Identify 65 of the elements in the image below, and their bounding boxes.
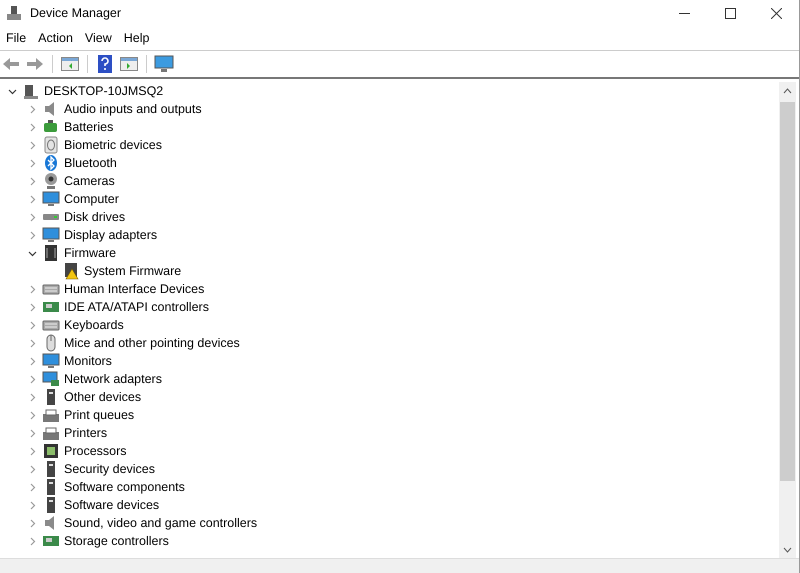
tree-item-label[interactable]: DESKTOP-10JMSQ2: [43, 84, 164, 98]
bluetooth-icon: [42, 154, 60, 172]
back-arrow-icon: [2, 57, 20, 71]
tree-item-label[interactable]: Other devices: [63, 390, 142, 404]
tree-item-label[interactable]: System Firmware: [83, 264, 182, 278]
tree-item-label[interactable]: Print queues: [63, 408, 136, 422]
tree-item-label[interactable]: Printers: [63, 426, 108, 440]
computer-icon: [22, 82, 40, 100]
window-icon: [61, 57, 79, 71]
chip-icon: [42, 244, 60, 262]
tree-item-label[interactable]: Cameras: [63, 174, 116, 188]
monitor-icon: [154, 55, 174, 73]
tree-item-label[interactable]: Software devices: [63, 498, 160, 512]
tree-item-label[interactable]: Sound, video and game controllers: [63, 516, 258, 530]
monitor-icon: [42, 226, 60, 244]
chip-icon: [42, 442, 60, 460]
scan-hardware-button[interactable]: [153, 53, 175, 75]
card-icon: [43, 302, 59, 312]
tree-item-label[interactable]: Storage controllers: [63, 534, 170, 548]
printer-icon: [43, 426, 59, 440]
menu-item[interactable]: File: [0, 31, 32, 45]
monitor-icon: [42, 190, 60, 208]
scroll-up-icon: [783, 88, 792, 94]
tree-item-label[interactable]: Processors: [63, 444, 128, 458]
tree-item-label[interactable]: Keyboards: [63, 318, 125, 332]
fingerprint-icon: [42, 136, 60, 154]
monitor-icon: [42, 352, 60, 370]
card-icon: [43, 536, 59, 546]
menu-item[interactable]: View: [78, 31, 118, 45]
network-icon: [42, 371, 60, 387]
printer-icon: [43, 408, 59, 422]
tree-item-label[interactable]: Display adapters: [63, 228, 158, 242]
tree-item-label[interactable]: Audio inputs and outputs: [63, 102, 203, 116]
drive-icon: [43, 214, 59, 220]
tree-item-label[interactable]: Human Interface Devices: [63, 282, 206, 296]
app-icon: [6, 5, 22, 21]
keyboard-icon: [42, 284, 60, 294]
tree-item-label[interactable]: Biometric devices: [63, 138, 163, 152]
window-title: Device Manager: [30, 6, 122, 20]
tree-item-label[interactable]: Security devices: [63, 462, 156, 476]
tree-item-label[interactable]: Mice and other pointing devices: [63, 336, 241, 350]
tree-item-label[interactable]: Monitors: [63, 354, 113, 368]
help-icon: [98, 55, 112, 73]
scrollbar[interactable]: [779, 82, 796, 558]
maximize-icon: [724, 8, 736, 18]
menu-item[interactable]: Action: [32, 31, 79, 45]
webcam-icon: [42, 172, 60, 190]
warning-icon: [62, 262, 80, 280]
minimize-icon: [678, 12, 690, 14]
close-icon: [770, 8, 782, 18]
tree-item-label[interactable]: Firmware: [63, 246, 118, 260]
forward-arrow-icon: [26, 57, 44, 71]
keyboard-icon: [42, 320, 60, 330]
tree-item-label[interactable]: Software components: [63, 480, 186, 494]
tree-item-label[interactable]: Bluetooth: [63, 156, 118, 170]
tree-item-label[interactable]: Disk drives: [63, 210, 126, 224]
tree-item-label[interactable]: Network adapters: [63, 372, 163, 386]
chevron-down-icon: [28, 248, 36, 258]
scroll-down-icon: [783, 546, 792, 552]
tree-item-label[interactable]: Computer: [63, 192, 120, 206]
menu-item[interactable]: Help: [118, 31, 156, 45]
tree-item-label[interactable]: IDE ATA/ATAPI controllers: [63, 300, 210, 314]
window-icon: [120, 57, 138, 71]
tree-item-label[interactable]: Batteries: [63, 120, 114, 134]
chevron-down-icon: [8, 86, 16, 96]
